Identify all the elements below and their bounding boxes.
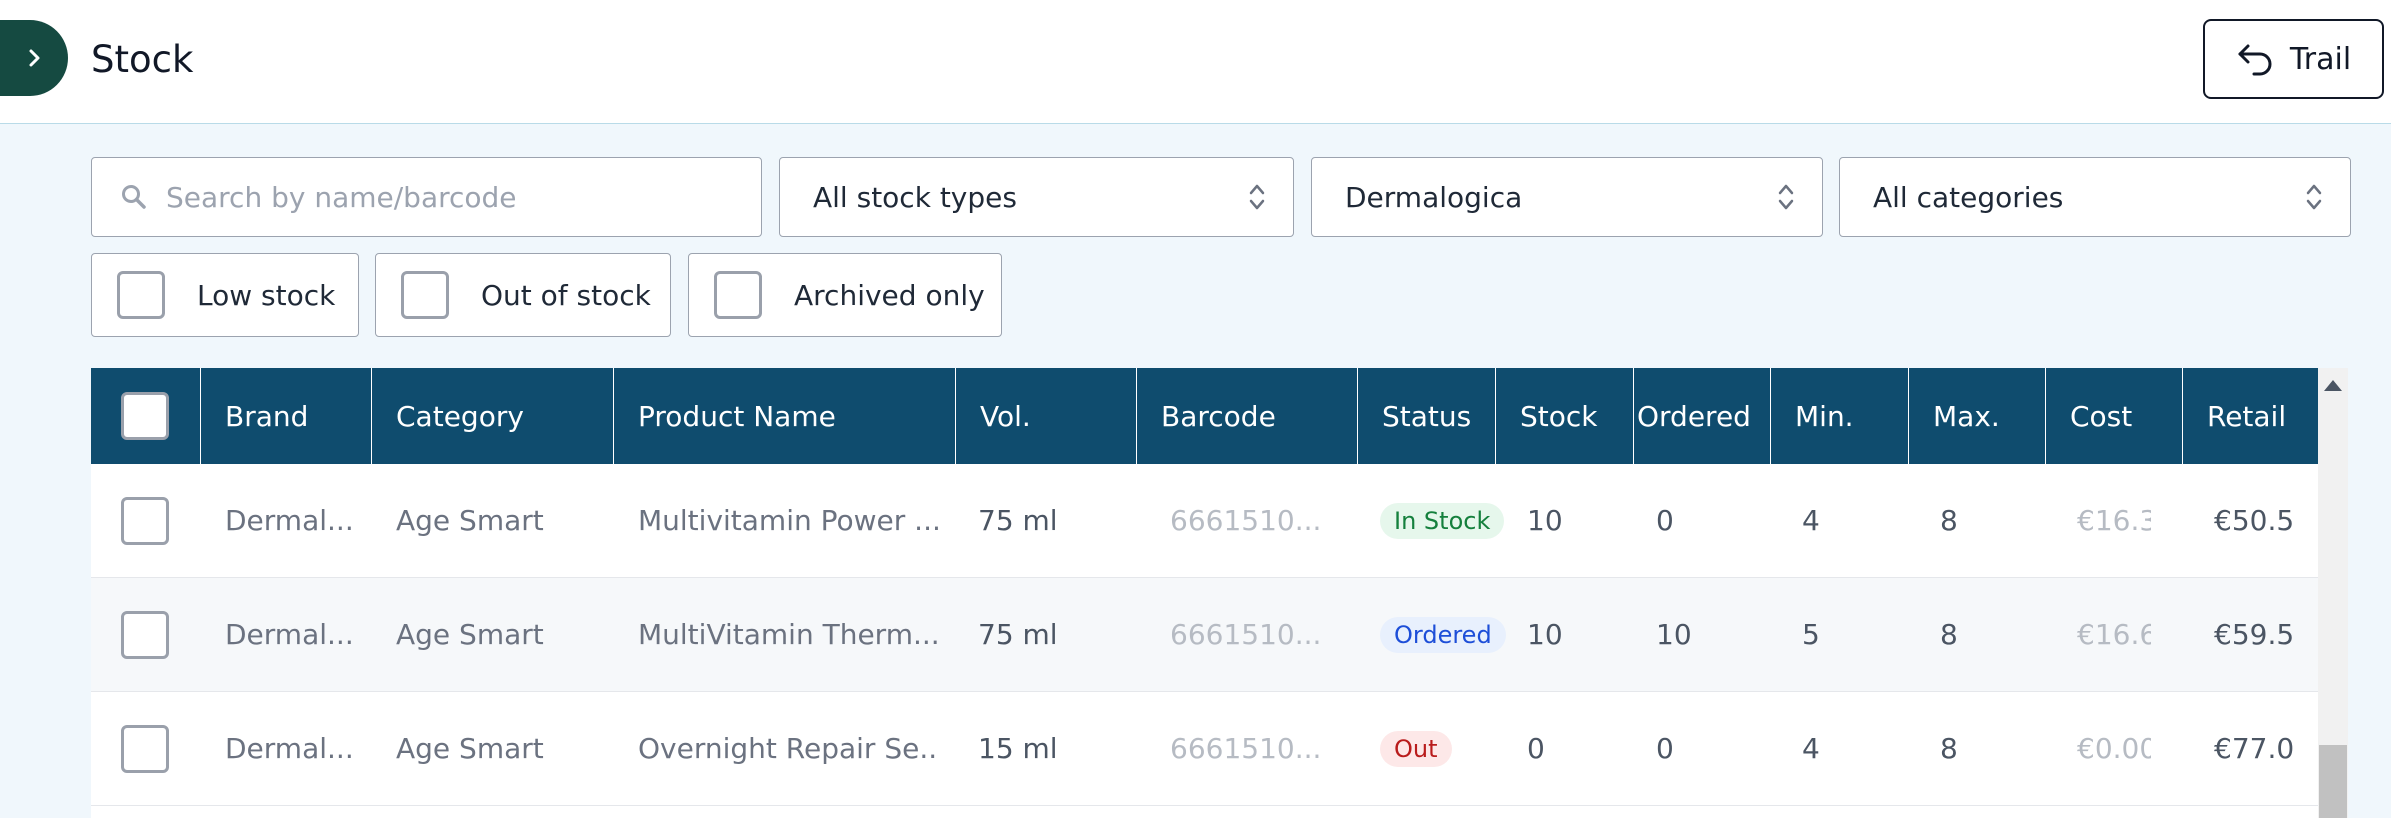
chevron-right-icon <box>29 49 40 67</box>
status-badge: Ordered <box>1380 616 1506 653</box>
category-select[interactable]: All categories <box>1839 157 2351 237</box>
column-header-min[interactable]: Min. <box>1771 368 1909 464</box>
stock-cell: 0 <box>1527 732 1545 765</box>
scrollbar-thumb[interactable] <box>2319 745 2347 818</box>
retail-cell: €77.0( <box>2214 732 2294 765</box>
column-header-ordered[interactable]: Ordered <box>1634 368 1771 464</box>
sidebar-toggle-button[interactable] <box>0 20 68 96</box>
min-cell: 5 <box>1802 618 1820 651</box>
stock-cell: 10 <box>1527 504 1563 537</box>
stock-cell: 10 <box>1527 618 1563 651</box>
table-header: Brand Category Product Name Vol. Barcode… <box>91 368 2318 464</box>
table-row[interactable]: Dermal... Age Smart Overnight Repair Se.… <box>91 692 2318 806</box>
ordered-cell: 10 <box>1656 618 1692 651</box>
column-header-max[interactable]: Max. <box>1909 368 2046 464</box>
cost-cell: €16.3( <box>2077 504 2151 537</box>
status-cell: Ordered <box>1380 578 1506 691</box>
barcode-cell: 6661510... <box>1170 504 1322 537</box>
out-of-stock-filter[interactable]: Out of stock <box>375 253 671 337</box>
vol-cell: 75 ml <box>978 618 1058 651</box>
max-cell: 8 <box>1940 504 1958 537</box>
status-badge: Out <box>1380 730 1452 767</box>
search-placeholder: Search by name/barcode <box>166 180 517 214</box>
status-cell: Out <box>1380 692 1452 805</box>
up-down-chevron-icon <box>1249 184 1265 210</box>
min-cell: 4 <box>1802 732 1820 765</box>
column-header-stock[interactable]: Stock <box>1496 368 1634 464</box>
select-all-cell <box>91 368 201 464</box>
archived-only-checkbox[interactable] <box>714 271 762 319</box>
category-cell: Age Smart <box>396 618 544 651</box>
cost-cell: €16.6( <box>2077 618 2151 651</box>
brand-cell: Dermal... <box>225 618 354 651</box>
brand-cell: Dermal... <box>225 504 354 537</box>
table-row[interactable]: Dermal... Age Smart MultiVitamin Therm..… <box>91 578 2318 692</box>
row-checkbox[interactable] <box>121 496 169 545</box>
up-down-chevron-icon <box>1778 184 1794 210</box>
archived-only-filter[interactable]: Archived only <box>688 253 1002 337</box>
vol-cell: 15 ml <box>978 732 1058 765</box>
retail-cell: €59.5 <box>2214 618 2294 651</box>
brand-select[interactable]: Dermalogica <box>1311 157 1823 237</box>
column-header-product-name[interactable]: Product Name <box>614 368 956 464</box>
max-cell: 8 <box>1940 732 1958 765</box>
row-checkbox[interactable] <box>121 610 169 659</box>
low-stock-label: Low stock <box>197 278 336 312</box>
column-header-retail[interactable]: Retail <box>2183 368 2318 464</box>
barcode-cell: 6661510... <box>1170 618 1322 651</box>
column-header-category[interactable]: Category <box>372 368 614 464</box>
row-checkbox[interactable] <box>121 724 169 773</box>
column-header-cost[interactable]: Cost <box>2046 368 2183 464</box>
vol-cell: 75 ml <box>978 504 1058 537</box>
status-badge: In Stock <box>1380 502 1505 539</box>
barcode-cell: 6661510... <box>1170 732 1322 765</box>
up-down-chevron-icon <box>2306 184 2322 210</box>
ordered-cell: 0 <box>1656 504 1674 537</box>
archived-only-label: Archived only <box>794 278 985 312</box>
status-cell: In Stock <box>1380 464 1505 577</box>
top-bar: Stock Trail <box>0 0 2391 124</box>
select-all-checkbox[interactable] <box>121 392 169 440</box>
undo-arrow-icon <box>2238 44 2272 76</box>
column-header-barcode[interactable]: Barcode <box>1137 368 1358 464</box>
out-of-stock-label: Out of stock <box>481 278 651 312</box>
category-cell: Age Smart <box>396 504 544 537</box>
out-of-stock-checkbox[interactable] <box>401 271 449 319</box>
cost-cell: €0.00 <box>2077 732 2151 765</box>
trail-label: Trail <box>2289 41 2352 77</box>
column-header-vol[interactable]: Vol. <box>956 368 1137 464</box>
low-stock-checkbox[interactable] <box>117 271 165 319</box>
row-checkbox-cell <box>121 692 169 805</box>
page-title: Stock <box>91 38 194 81</box>
row-checkbox-cell <box>121 464 169 577</box>
category-cell: Age Smart <box>396 732 544 765</box>
stock-type-select[interactable]: All stock types <box>779 157 1294 237</box>
product-name-cell: Multivitamin Power ... <box>638 504 938 537</box>
scroll-up-arrow-icon[interactable] <box>2324 380 2342 391</box>
table-row[interactable]: Dermal... Age Smart Multivitamin Power .… <box>91 464 2318 578</box>
brand-value: Dermalogica <box>1345 180 1523 214</box>
search-icon <box>122 185 146 209</box>
stock-type-value: All stock types <box>813 180 1017 214</box>
max-cell: 8 <box>1940 618 1958 651</box>
product-name-cell: Overnight Repair Se... <box>638 732 938 765</box>
brand-cell: Dermal... <box>225 732 354 765</box>
product-name-cell: MultiVitamin Therm... <box>638 618 938 651</box>
search-input[interactable]: Search by name/barcode <box>91 157 762 237</box>
trail-button[interactable]: Trail <box>2203 19 2384 99</box>
min-cell: 4 <box>1802 504 1820 537</box>
ordered-cell: 0 <box>1656 732 1674 765</box>
stock-table: Brand Category Product Name Vol. Barcode… <box>91 368 2318 818</box>
column-header-brand[interactable]: Brand <box>201 368 372 464</box>
row-checkbox-cell <box>121 578 169 691</box>
retail-cell: €50.5 <box>2214 504 2294 537</box>
category-value: All categories <box>1873 180 2064 214</box>
column-header-status[interactable]: Status <box>1358 368 1496 464</box>
low-stock-filter[interactable]: Low stock <box>91 253 359 337</box>
